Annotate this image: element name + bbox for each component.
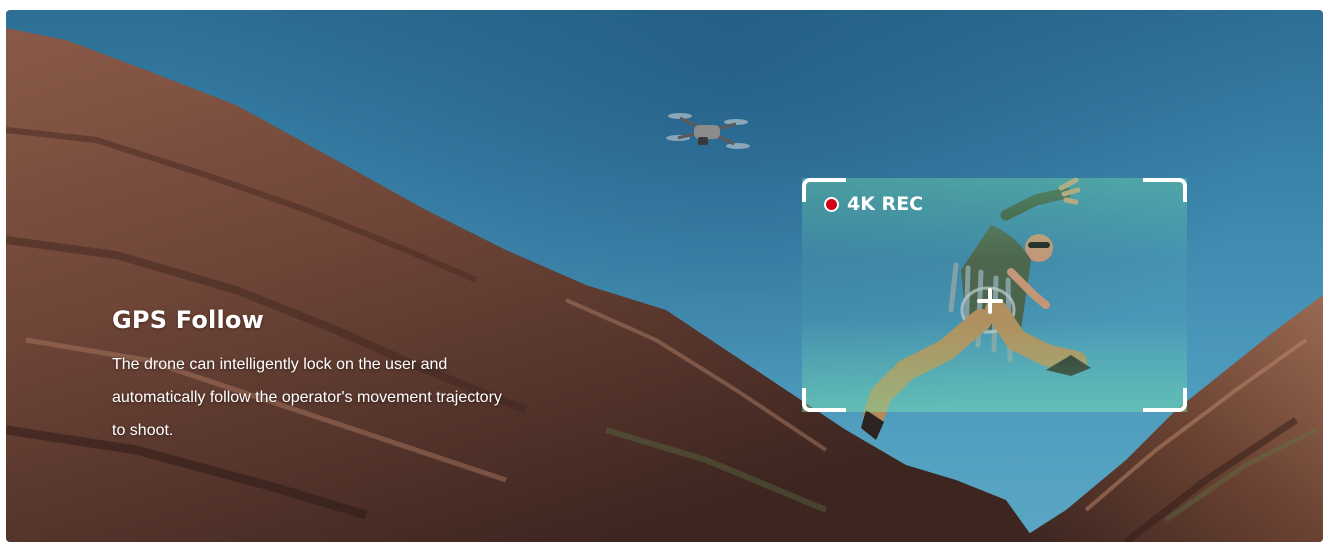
feature-text: GPS Follow The drone can intelligently l… [112,306,532,447]
feature-title: GPS Follow [112,306,264,334]
feature-description: The drone can intelligently lock on the … [112,356,502,439]
drone-icon [666,113,750,149]
tracking-frame: 4K REC [802,178,1187,412]
frame-corner-bottom-right [1143,388,1187,412]
rec-label: 4K REC [847,193,924,215]
frame-corner-bottom-left [802,388,846,412]
feature-banner: GPS Follow The drone can intelligently l… [6,10,1323,542]
record-dot-icon [824,196,839,212]
rec-indicator: 4K REC [824,193,923,215]
frame-corner-top-right [1143,178,1187,202]
crosshair-icon [977,288,1003,314]
